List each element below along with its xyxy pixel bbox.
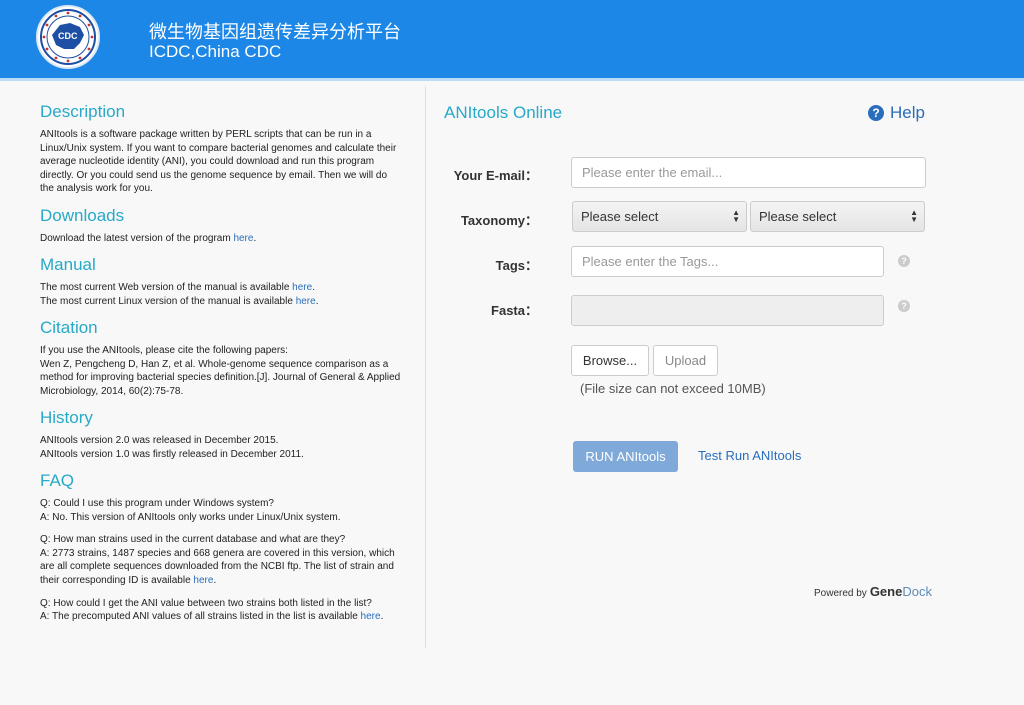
faq-ani-values-link[interactable]: here [361, 611, 381, 622]
file-size-hint: (File size can not exceed 10MB) [580, 381, 766, 396]
fasta-help-icon[interactable]: ? [898, 300, 910, 312]
citation-section: Citation If you use the ANItools, please… [40, 318, 402, 398]
logo-text: CDC [58, 31, 78, 41]
faq-heading: FAQ [40, 471, 75, 490]
genedock-logo-dock[interactable]: Dock [902, 584, 932, 599]
form-title: ANItools Online [444, 103, 563, 122]
site-title-english: ICDC,China CDC [149, 42, 282, 61]
tags-input[interactable]: Please enter the Tags... [571, 246, 884, 277]
taxonomy-select-secondary[interactable]: Please select ▲ ▼ [750, 201, 925, 232]
faq-strain-list-link[interactable]: here [193, 575, 213, 586]
manual-heading: Manual [40, 255, 96, 274]
manual-web-text: The most current Web version of the manu… [40, 282, 293, 293]
downloads-heading: Downloads [40, 206, 125, 225]
email-input[interactable]: Please enter the email... [571, 157, 926, 188]
history-heading: History [40, 408, 93, 427]
faq-question-1: Q: Could I use this program under Window… [40, 498, 274, 509]
faq-question-2: Q: How man strains used in the current d… [40, 534, 346, 546]
faq-answer-3-text: A: The precomputed ANI values of all str… [40, 611, 361, 623]
upload-button[interactable]: Upload [653, 345, 718, 376]
description-heading: Description [40, 102, 126, 121]
manual-linux-line: The most current Linux version of the ma… [40, 295, 402, 309]
taxonomy-select-secondary-value: Please select [759, 209, 837, 224]
browse-button[interactable]: Browse... [571, 345, 649, 376]
help-label: Help [890, 103, 925, 122]
downloads-label: Download the latest version of the progr… [40, 233, 234, 244]
manual-web-line: The most current Web version of the manu… [40, 281, 402, 295]
downloads-text: Download the latest version of the progr… [40, 232, 402, 246]
test-run-link[interactable]: Test Run ANItools [698, 448, 801, 463]
fasta-label: Fasta： [491, 303, 538, 318]
manual-linux-text: The most current Linux version of the ma… [40, 295, 296, 307]
manual-web-link[interactable]: here [292, 282, 312, 293]
site-title-chinese: 微生物基因组遗传差异分析平台 [149, 22, 401, 43]
header-underline [0, 78, 1024, 81]
citation-reference: Wen Z, Pengcheng D, Han Z, et al. Whole-… [40, 358, 401, 397]
faq-spacer [40, 524, 402, 533]
manual-linux-period: . [315, 295, 319, 307]
faq-spacer [40, 588, 402, 597]
citation-intro: If you use the ANItools, please cite the… [40, 345, 288, 356]
taxonomy-label: Taxonomy： [460, 213, 538, 228]
faq-answer-3: A: The precomputed ANI values of all str… [40, 610, 402, 624]
powered-by: Powered by Gene Dock [814, 584, 932, 599]
description-section: Description ANItools is a software packa… [40, 102, 402, 196]
history-section: History ANItools version 2.0 was release… [40, 408, 402, 461]
faq-answer-3-period: . [380, 611, 384, 623]
downloads-link[interactable]: here [233, 233, 253, 244]
description-text: ANItools is a software package written b… [40, 129, 397, 195]
faq-answer-2-period: . [213, 574, 217, 586]
help-icon: ? [868, 105, 884, 121]
faq-answer-2-text: A: 2773 strains, 1487 species and 668 ge… [40, 547, 395, 586]
faq-answer-1: A: No. This version of ANItools only wor… [40, 511, 341, 523]
history-line-1: ANItools version 2.0 was released in Dec… [40, 435, 279, 446]
taxonomy-select-primary-value: Please select [581, 209, 659, 224]
downloads-section: Downloads Download the latest version of… [40, 206, 402, 246]
taxonomy-select-primary[interactable]: Please select ▲ ▼ [572, 201, 747, 232]
genedock-logo-gene[interactable]: Gene [870, 584, 903, 599]
manual-linux-link[interactable]: here [296, 296, 316, 307]
select-arrows-icon: ▲ ▼ [732, 208, 740, 224]
tags-help-icon[interactable]: ? [898, 255, 910, 267]
faq-question-3: Q: How could I get the ANI value between… [40, 597, 372, 609]
manual-web-period: . [312, 282, 315, 293]
tags-label: Tags： [495, 258, 538, 273]
run-anitools-button[interactable]: RUN ANItools [573, 441, 678, 472]
faq-answer-2: A: 2773 strains, 1487 species and 668 ge… [40, 547, 402, 588]
citation-heading: Citation [40, 318, 98, 337]
help-link[interactable]: ? Help [868, 103, 925, 123]
email-label: Your E-mail： [453, 168, 538, 183]
cdc-logo[interactable]: CDC [36, 5, 100, 69]
select-arrows-icon: ▲ ▼ [910, 208, 918, 224]
downloads-period: . [253, 233, 257, 244]
powered-by-label: Powered by [814, 588, 867, 599]
fasta-file-path-field [571, 295, 884, 326]
history-line-2: ANItools version 1.0 was firstly release… [40, 448, 304, 460]
faq-section: FAQ Q: Could I use this program under Wi… [40, 471, 402, 624]
header-bar: CDC 微生物基因组遗传差异分析平台 ICDC,China CDC [0, 0, 1024, 78]
manual-section: Manual The most current Web version of t… [40, 255, 402, 308]
